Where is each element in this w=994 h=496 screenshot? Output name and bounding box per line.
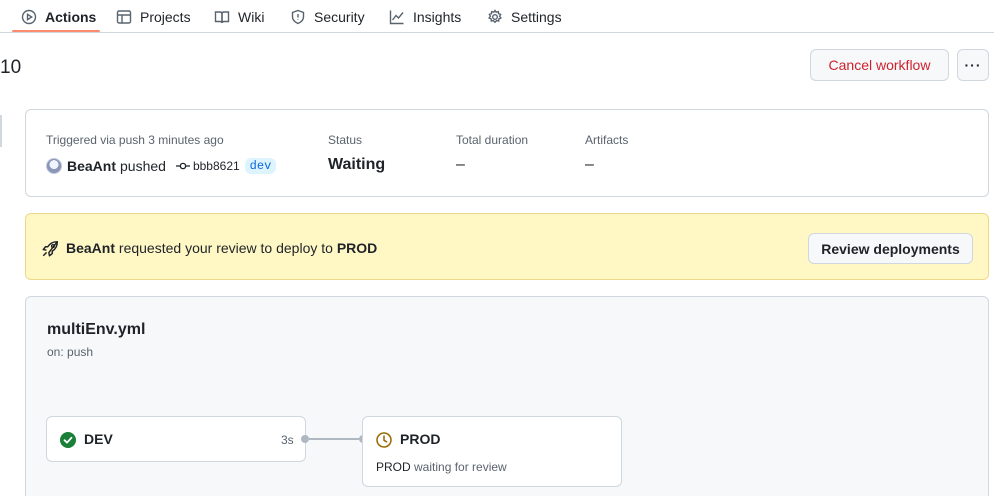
workflow-file-name: multiEnv.yml: [47, 321, 146, 338]
tab-security[interactable]: Security: [290, 0, 365, 33]
job-name-prod: PROD: [400, 431, 441, 447]
duration-label: Total duration: [456, 133, 529, 147]
sidebar-edge: [0, 115, 2, 147]
commit-sha-link[interactable]: bbb8621: [193, 159, 240, 173]
workflow-graph: multiEnv.yml on: push DEV 3s PROD PROD w…: [25, 296, 989, 496]
job-duration-dev: 3s: [281, 433, 294, 447]
review-deployments-button[interactable]: Review deployments: [808, 233, 973, 264]
job-output-dot: [301, 435, 309, 443]
tab-security-label: Security: [314, 8, 365, 25]
tab-actions-label: Actions: [45, 8, 97, 25]
action-text: pushed: [120, 158, 166, 174]
triggered-label: Triggered via push 3 minutes ago: [46, 133, 224, 147]
job-connector: [309, 438, 359, 440]
status-label: Status: [328, 133, 363, 147]
tab-projects[interactable]: Projects: [116, 0, 191, 33]
rocket-icon: [42, 240, 59, 257]
review-environment: PROD: [336, 240, 378, 256]
artifacts-label: Artifacts: [585, 133, 629, 147]
review-actor[interactable]: BeaAnt: [66, 240, 115, 256]
book-icon: [214, 10, 230, 23]
run-summary: Triggered via push 3 minutes ago BeaAnt …: [25, 109, 989, 197]
git-commit-icon: [175, 162, 190, 170]
job-name-dev: DEV: [84, 431, 113, 447]
run-number: 10: [0, 57, 22, 78]
tab-wiki[interactable]: Wiki: [214, 0, 264, 33]
job-card-prod[interactable]: PROD PROD waiting for review: [362, 416, 622, 487]
active-tab-indicator: [12, 30, 100, 32]
tab-settings[interactable]: Settings: [487, 0, 562, 33]
job-card-dev[interactable]: DEV 3s: [46, 416, 306, 462]
tab-insights-label: Insights: [413, 8, 462, 25]
tab-insights[interactable]: Insights: [389, 0, 461, 33]
review-request-banner: BeaAnt requested your review to deploy t…: [25, 213, 989, 280]
shield-icon: [291, 9, 305, 24]
workflow-trigger: on: push: [47, 345, 94, 359]
gear-icon: [488, 8, 502, 23]
tab-projects-label: Projects: [140, 8, 191, 25]
cancel-workflow-button[interactable]: Cancel workflow: [810, 49, 949, 81]
clock-icon: [376, 432, 392, 448]
repo-nav: Actions Projects Wiki Security Insights …: [0, 0, 994, 33]
job-env-prod: PROD: [376, 460, 411, 474]
more-options-button[interactable]: ···: [957, 49, 989, 81]
status-value: Waiting: [328, 156, 386, 173]
avatar[interactable]: [46, 158, 62, 174]
job-status-text-prod: waiting for review: [414, 460, 507, 474]
graph-icon: [389, 10, 404, 24]
review-middle-text: requested your review to deploy to: [118, 240, 333, 256]
play-icon: [21, 9, 37, 24]
tab-actions[interactable]: Actions: [21, 0, 96, 33]
review-message: BeaAnt requested your review to deploy t…: [66, 240, 377, 256]
table-icon: [116, 9, 132, 24]
tab-wiki-label: Wiki: [238, 8, 265, 25]
duration-value: –: [456, 156, 465, 173]
artifacts-value: –: [585, 156, 594, 173]
actor-link[interactable]: BeaAnt: [67, 158, 116, 174]
branch-label[interactable]: dev: [244, 158, 277, 174]
trigger-details: BeaAnt pushed bbb8621 dev: [46, 156, 277, 176]
tab-settings-label: Settings: [511, 8, 562, 25]
check-circle-icon: [60, 432, 76, 448]
job-detail-prod: PROD waiting for review: [376, 460, 507, 474]
